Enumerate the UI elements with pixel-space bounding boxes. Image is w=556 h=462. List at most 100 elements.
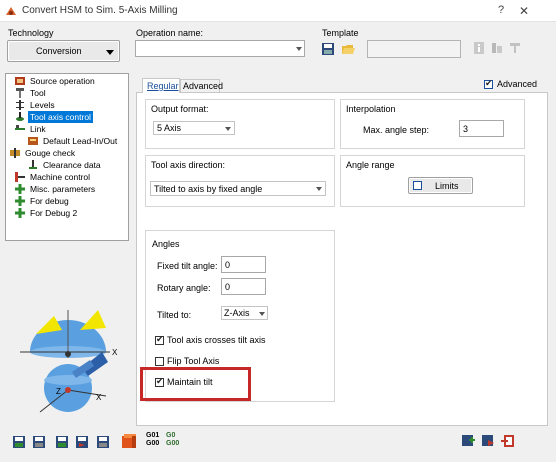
tool-axis-icon [16, 112, 24, 121]
tool-axis-illustration: X X Z [20, 310, 118, 413]
tool-axis-disabled-icon[interactable] [508, 40, 522, 54]
window-title: Convert HSM to Sim. 5-Axis Milling [22, 5, 178, 16]
highlight-box [140, 367, 251, 401]
save-icon[interactable] [321, 42, 335, 56]
fixed-tilt-angle-input[interactable]: 0 [221, 256, 266, 273]
tree-item-label: Source operation [30, 76, 95, 86]
tree-item-label: Levels [30, 100, 55, 110]
tool-axis-direction-group: Tool axis direction: Tilted to axis by f… [145, 155, 335, 207]
plus-icon [15, 208, 25, 218]
rotary-angle-value: 0 [225, 282, 231, 292]
clearance-data-icon [29, 160, 37, 169]
rotary-angle-input[interactable]: 0 [221, 278, 266, 295]
tool-axis-crosses-box [155, 334, 164, 345]
interpolation-group: Interpolation Max. angle step: 3 [340, 99, 525, 149]
tree-item-label: Gouge check [25, 148, 76, 158]
tree-item-label: For debug [30, 196, 69, 206]
title-bar: Convert HSM to Sim. 5-Axis Milling ? ✕ [0, 0, 556, 22]
add-operation-icon[interactable] [461, 434, 475, 448]
axis-label-x2: X [96, 393, 102, 402]
close-button[interactable]: ✕ [516, 4, 532, 18]
tilted-to-value: Z-Axis [224, 308, 250, 318]
template-label: Template [322, 28, 359, 38]
fixed-tilt-angle-label: Fixed tilt angle: [157, 261, 218, 271]
save-export-icon[interactable] [96, 435, 110, 449]
output-format-label: Output format: [151, 104, 209, 114]
parameters-tree: Source operation Tool Levels Tool axis c… [5, 73, 129, 241]
tree-item-label: Tool [30, 88, 46, 98]
g01-g00-button[interactable]: G01 G00 [146, 432, 159, 448]
advanced-checkbox-box [484, 78, 493, 89]
tool-axis-crosses-label: Tool axis crosses tilt axis [167, 335, 266, 345]
link-icon [15, 125, 25, 130]
tree-item-label: Tool axis control [28, 111, 93, 123]
tilted-to-select[interactable]: Z-Axis [221, 306, 268, 320]
help-button[interactable]: ? [493, 4, 509, 18]
gouge-check-icon [10, 148, 20, 158]
tree-item-label: Misc. parameters [30, 184, 96, 194]
tilted-to-label: Tilted to: [157, 310, 192, 320]
interpolation-label: Interpolation [346, 104, 396, 114]
axis-label-z: Z [56, 387, 61, 396]
tab-regular[interactable]: Regular [142, 78, 180, 93]
chevron-down-icon [296, 47, 302, 51]
tree-item-label: For Debug 2 [30, 208, 78, 218]
chevron-down-icon [259, 312, 265, 316]
max-angle-step-value: 3 [463, 124, 469, 134]
output-format-group: Output format: 5 Axis [145, 99, 335, 149]
limits-checkbox [413, 181, 422, 190]
tool-axis-direction-label: Tool axis direction: [151, 160, 226, 170]
tool-axis-crosses-checkbox[interactable]: Tool axis crosses tilt axis [155, 334, 335, 347]
dropdown-arrow-icon [106, 50, 114, 55]
exit-icon[interactable] [501, 434, 515, 448]
technology-label: Technology [8, 28, 54, 38]
tool-axis-direction-value: Tilted to axis by fixed angle [154, 184, 263, 194]
add-and-calc-icon[interactable] [481, 434, 495, 448]
max-angle-step-label: Max. angle step: [363, 125, 430, 135]
limits-button[interactable]: Limits [408, 177, 473, 194]
tool-settings-icon[interactable] [490, 41, 504, 55]
rotary-angle-label: Rotary angle: [157, 283, 211, 293]
tool-axis-direction-select[interactable]: Tilted to axis by fixed angle [150, 181, 326, 196]
save-simulate-icon[interactable] [75, 435, 89, 449]
flip-tool-axis-label: Flip Tool Axis [167, 356, 220, 366]
max-angle-step-input[interactable]: 3 [459, 120, 504, 137]
plus-icon [15, 184, 25, 194]
plus-icon [15, 196, 25, 206]
chevron-down-icon [316, 187, 322, 191]
technology-dropdown[interactable]: Conversion [7, 40, 120, 62]
chevron-down-icon [225, 127, 231, 131]
g0-g00-button[interactable]: G0 G00 [166, 432, 179, 448]
open-folder-icon[interactable] [341, 42, 355, 56]
tree-item-label: Link [30, 124, 46, 134]
angles-label: Angles [152, 239, 180, 249]
source-operation-icon [15, 77, 25, 85]
tool-icon [16, 88, 24, 98]
bottom-toolbar: G01 G00 G0 G00 [0, 428, 556, 462]
machine-control-icon [15, 172, 25, 182]
levels-icon [16, 100, 24, 110]
info-icon[interactable] [472, 41, 486, 55]
tree-item-label: Clearance data [43, 160, 101, 170]
operation-name-label: Operation name: [136, 28, 204, 38]
app-icon [6, 7, 16, 15]
tab-advanced-label: Advanced [183, 81, 224, 91]
operation-name-combobox[interactable] [135, 40, 305, 57]
tree-item-label: Machine control [30, 172, 91, 182]
limits-label: Limits [435, 181, 459, 191]
stock-icon[interactable] [121, 433, 137, 449]
template-field[interactable] [367, 40, 461, 58]
angle-range-label: Angle range [346, 160, 395, 170]
lead-in-out-icon [28, 137, 38, 145]
angle-range-group: Angle range Limits [340, 155, 525, 207]
flip-tool-axis-box [155, 357, 164, 366]
output-format-value: 5 Axis [157, 123, 182, 133]
save-calculate-icon[interactable] [55, 435, 69, 449]
advanced-checkbox-label: Advanced [497, 79, 538, 89]
fixed-tilt-angle-value: 0 [225, 260, 231, 270]
save-icon[interactable] [12, 435, 26, 449]
tab-regular-label: Regular [147, 81, 179, 91]
tab-advanced[interactable]: Advanced [180, 79, 224, 92]
save-as-icon[interactable] [32, 435, 46, 449]
output-format-select[interactable]: 5 Axis [153, 121, 235, 135]
